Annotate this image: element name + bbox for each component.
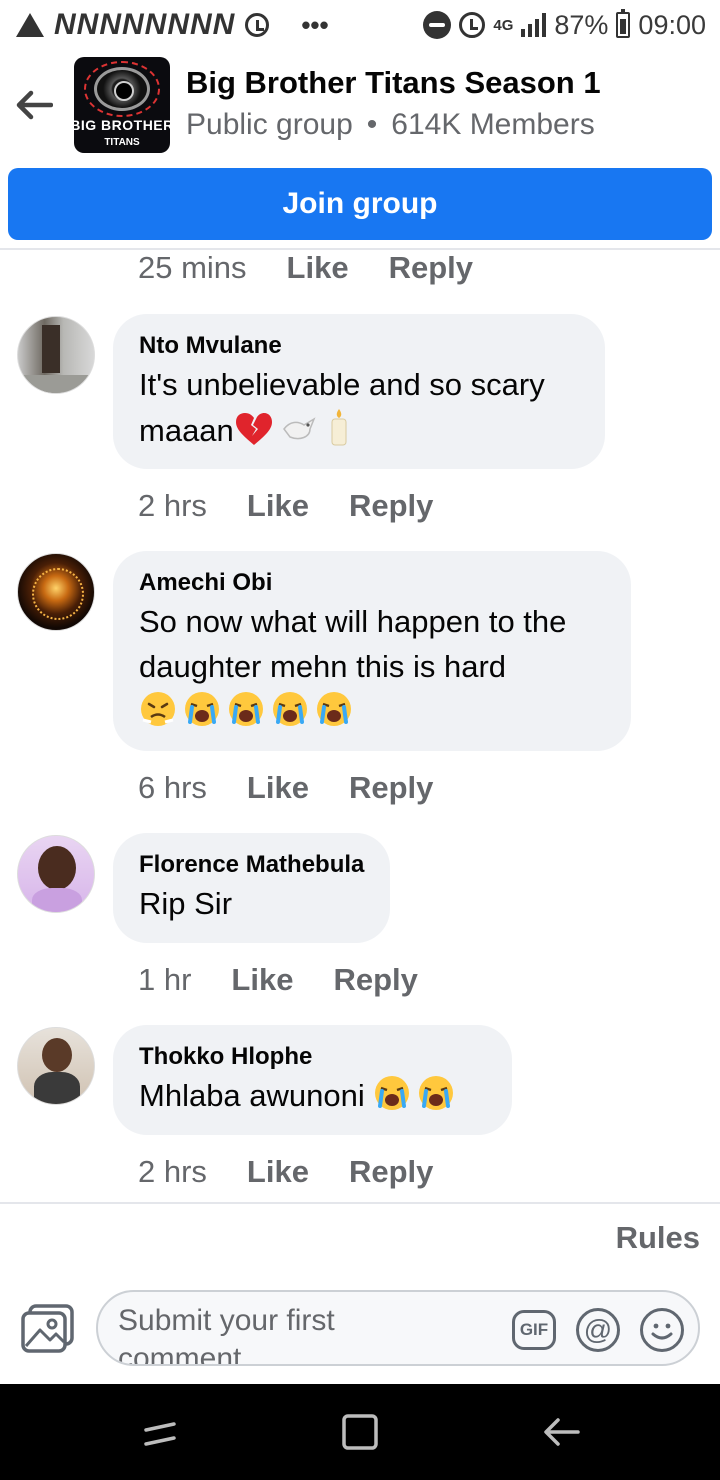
comment-input-placeholder: Submit your first comment bbox=[118, 1304, 335, 1366]
reply-button[interactable]: Reply bbox=[349, 1154, 433, 1190]
comment-time[interactable]: 1 hr bbox=[138, 962, 191, 998]
like-button[interactable]: Like bbox=[287, 250, 349, 286]
do-not-disturb-icon bbox=[423, 11, 452, 39]
crying-face-emoji-icon bbox=[375, 1076, 410, 1110]
back-nav-icon bbox=[544, 1418, 580, 1446]
like-button[interactable]: Like bbox=[247, 1154, 309, 1190]
emoji-button[interactable] bbox=[640, 1308, 684, 1352]
crying-face-emoji-icon bbox=[419, 1076, 454, 1110]
like-button[interactable]: Like bbox=[247, 488, 309, 524]
comment-author[interactable]: Thokko Hlophe bbox=[139, 1041, 486, 1073]
group-privacy: Public group bbox=[186, 108, 353, 141]
weary-face-emoji-icon bbox=[141, 692, 175, 726]
like-button[interactable]: Like bbox=[247, 770, 309, 806]
divider bbox=[0, 1202, 720, 1204]
member-count[interactable]: 614K Members bbox=[391, 108, 594, 141]
join-group-button[interactable]: Join group bbox=[8, 168, 712, 240]
like-button[interactable]: Like bbox=[231, 962, 293, 998]
comment-bubble: Florence Mathebula Rip Sir bbox=[113, 833, 390, 943]
comment-text: So now what will happen to the daughter … bbox=[139, 599, 605, 734]
mention-button[interactable]: @ bbox=[576, 1308, 620, 1352]
notification-icons: NNNNNNNN ••• bbox=[16, 8, 329, 42]
meta-separator: • bbox=[366, 108, 378, 141]
photo-icon bbox=[21, 1304, 74, 1353]
comment-input[interactable]: Submit your first comment GIF @ bbox=[96, 1290, 700, 1366]
notification-n-icons: NNNNNNNN bbox=[54, 8, 236, 41]
avatar[interactable] bbox=[17, 316, 95, 394]
gif-button[interactable]: GIF bbox=[512, 1310, 556, 1350]
reply-button[interactable]: Reply bbox=[349, 488, 433, 524]
comment-time[interactable]: 2 hrs bbox=[138, 1154, 207, 1190]
reply-button[interactable]: Reply bbox=[333, 962, 417, 998]
crying-face-emoji-icon bbox=[229, 692, 263, 726]
comment-text: Rip Sir bbox=[139, 886, 233, 921]
comment-time[interactable]: 2 hrs bbox=[138, 488, 207, 524]
comment-time[interactable]: 25 mins bbox=[138, 250, 247, 286]
dove-emoji-icon bbox=[282, 417, 316, 440]
more-notifications-icon: ••• bbox=[301, 9, 329, 40]
reply-button[interactable]: Reply bbox=[349, 770, 433, 806]
logo-subtext: TITANS bbox=[104, 137, 140, 148]
eye-logo-icon bbox=[94, 67, 150, 111]
group-name[interactable]: Big Brother Titans Season 1 bbox=[186, 63, 601, 103]
warning-icon bbox=[16, 13, 44, 37]
crying-face-emoji-icon bbox=[185, 692, 219, 726]
broken-heart-emoji-icon bbox=[235, 413, 272, 445]
comment-actions: 25 mins Like Reply bbox=[138, 248, 473, 288]
group-logo[interactable]: BIG BROTHER TITANS bbox=[74, 57, 170, 153]
alarm-icon bbox=[245, 13, 270, 37]
network-type: 4G bbox=[493, 16, 514, 34]
back-nav-button[interactable] bbox=[532, 1408, 592, 1456]
recent-apps-button[interactable] bbox=[130, 1408, 190, 1456]
avatar[interactable] bbox=[17, 553, 95, 631]
comment-bubble: Thokko Hlophe Mhlaba awunoni bbox=[113, 1025, 512, 1135]
comment-actions: 2 hrs Like Reply bbox=[138, 1152, 433, 1192]
avatar[interactable] bbox=[17, 1027, 95, 1105]
smiley-icon bbox=[651, 1323, 673, 1340]
comment-actions: 1 hr Like Reply bbox=[138, 960, 418, 1000]
rules-link[interactable]: Rules bbox=[616, 1220, 700, 1256]
home-button[interactable] bbox=[330, 1408, 390, 1456]
status-bar: NNNNNNNN ••• 4G 87% 09:00 bbox=[0, 0, 720, 50]
back-button[interactable] bbox=[2, 55, 66, 155]
recent-apps-icon bbox=[144, 1422, 176, 1446]
battery-percent: 87% bbox=[554, 9, 609, 40]
avatar[interactable] bbox=[17, 835, 95, 913]
comment-author[interactable]: Florence Mathebula bbox=[139, 849, 364, 881]
comment-actions: 2 hrs Like Reply bbox=[138, 486, 433, 526]
comment-author[interactable]: Amechi Obi bbox=[139, 567, 605, 599]
comment-text: It's unbelievable and so scary maaan bbox=[139, 367, 545, 448]
photo-button[interactable] bbox=[20, 1302, 76, 1354]
logo-text: BIG BROTHER bbox=[74, 117, 170, 133]
comment-bubble: Amechi Obi So now what will happen to th… bbox=[113, 551, 631, 751]
comment-author[interactable]: Nto Mvulane bbox=[139, 330, 579, 362]
signal-icon bbox=[521, 13, 547, 37]
comment-text: Mhlaba awunoni bbox=[139, 1073, 486, 1118]
battery-icon bbox=[616, 9, 631, 38]
clock: 09:00 bbox=[638, 9, 706, 40]
group-header: BIG BROTHER TITANS Big Brother Titans Se… bbox=[0, 50, 720, 160]
alarm-clock-icon bbox=[459, 12, 486, 38]
back-arrow-icon bbox=[16, 90, 53, 120]
crying-face-emoji-icon bbox=[317, 692, 351, 726]
comment-actions: 6 hrs Like Reply bbox=[138, 768, 433, 808]
reply-button[interactable]: Reply bbox=[389, 250, 473, 286]
home-icon bbox=[342, 1414, 378, 1450]
crying-face-emoji-icon bbox=[273, 692, 307, 726]
group-meta: Public group • 614K Members bbox=[186, 103, 601, 147]
navigation-bar bbox=[0, 1384, 720, 1480]
comment-bubble: Nto Mvulane It's unbelievable and so sca… bbox=[113, 314, 605, 469]
candle-emoji-icon bbox=[331, 409, 347, 446]
comment-time[interactable]: 6 hrs bbox=[138, 770, 207, 806]
